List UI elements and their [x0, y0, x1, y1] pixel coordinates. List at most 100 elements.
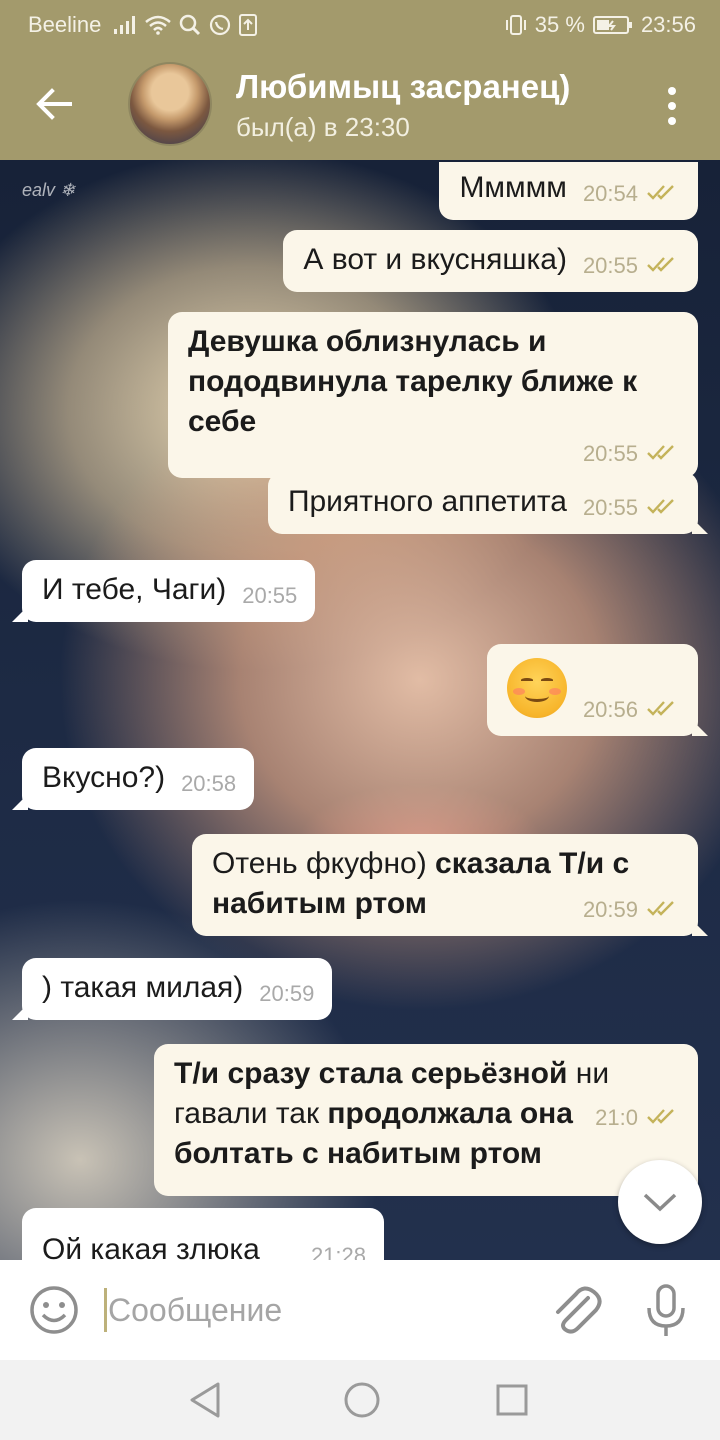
scroll-to-bottom-button[interactable]: [618, 1160, 702, 1244]
message-bubble-incoming[interactable]: Ой какая злюка 21:28: [22, 1208, 384, 1260]
message-time: 20:55: [582, 441, 638, 466]
microphone-icon: [647, 1284, 685, 1336]
message-text-segment: А вот и вкусняшка): [303, 243, 567, 276]
message-meta: 20:55: [583, 496, 680, 520]
message-meta: 21:28: [310, 1243, 366, 1261]
message-bubble-outgoing[interactable]: Ммммм 20:54: [439, 162, 698, 220]
chat-header: Любимыц засранец) был(а) в 23:30: [0, 48, 720, 160]
message-text: ) такая милая): [42, 971, 243, 1004]
message-time: 20:58: [181, 771, 237, 796]
message-meta: 20:54: [583, 182, 680, 206]
paperclip-icon: [556, 1286, 602, 1334]
message-bubble-outgoing[interactable]: Девушка облизнулась и пододвинула тарелк…: [168, 312, 698, 478]
system-navigation-bar: [0, 1360, 720, 1440]
message-bubble-outgoing[interactable]: Т/и сразу стала серьёзной ни гавали так …: [154, 1044, 698, 1196]
message-time: 20:59: [259, 981, 315, 1006]
message-time: 20:59: [582, 897, 638, 922]
double-check-icon: [646, 898, 680, 922]
clock: 23:56: [640, 12, 696, 37]
message-text-bold: Девушка облизнулась и пододвинула тарелк…: [188, 325, 638, 438]
nav-home-button[interactable]: [340, 1378, 384, 1422]
double-check-icon: [646, 496, 680, 520]
nav-recents-button[interactable]: [490, 1378, 534, 1422]
message-text-bold: Т/и сразу стала серьёзной: [174, 1057, 568, 1090]
message-time: 20:56: [582, 697, 638, 722]
message-time: 21:0: [595, 1105, 638, 1130]
message-bubble-outgoing[interactable]: Отень фкуфно) сказала Т/и с набитым ртом…: [192, 834, 708, 936]
message-text-segment: Приятного аппетита: [287, 485, 567, 518]
chat-background: ealv ❄ Ммммм 20:54 А вот и вкусняшка) 20…: [0, 160, 720, 1260]
emoji-button[interactable]: [28, 1284, 80, 1336]
message-meta: 20:56: [583, 698, 680, 722]
message-text: Ой какая злюка: [42, 1233, 260, 1260]
message-bubble-incoming[interactable]: ) такая милая) 20:59: [12, 958, 333, 1020]
text-cursor: [104, 1288, 107, 1332]
message-composer: [0, 1260, 720, 1360]
message-time: 20:55: [582, 253, 638, 278]
carrier-name: Beeline: [28, 12, 102, 37]
double-check-icon: [646, 182, 680, 206]
message-text-segment: Ммммм: [459, 171, 567, 204]
message-time: 20:55: [242, 583, 298, 608]
more-vertical-icon: [668, 87, 676, 95]
message-bubble-incoming[interactable]: И тебе, Чаги) 20:55: [12, 560, 316, 622]
arrow-left-icon: [36, 88, 72, 120]
signal-icon: [114, 16, 136, 34]
double-check-icon: [646, 442, 680, 466]
message-time: 20:54: [582, 181, 638, 206]
battery-icon: [592, 16, 632, 34]
attach-button[interactable]: [548, 1280, 604, 1340]
last-seen-status: был(а) в 23:30: [236, 112, 410, 142]
message-meta: 20:59: [583, 898, 680, 922]
double-check-icon: [646, 1106, 680, 1130]
whatsapp-icon: [210, 14, 231, 36]
message-text-segment: ) такая милая): [42, 971, 244, 1004]
message-time: 20:55: [582, 495, 638, 520]
message-text-segment: Вкусно?): [42, 761, 166, 794]
message-text: Т/и сразу стала серьёзной ни гавали так …: [174, 1057, 609, 1170]
smiley-icon: [30, 1286, 78, 1334]
message-bubble-incoming[interactable]: Вкусно?) 20:58: [12, 748, 255, 810]
message-text: Отень фкуфно) сказала Т/и с набитым ртом: [212, 847, 629, 920]
message-text: Девушка облизнулась и пододвинула тарелк…: [188, 322, 680, 442]
background-watermark: ealv ❄: [22, 180, 76, 200]
message-meta: 20:55: [204, 442, 680, 466]
message-meta: 20:59: [259, 982, 314, 1006]
wifi-icon: [145, 15, 172, 35]
message-time: 21:28: [310, 1243, 366, 1261]
message-text-segment: Ой какая злюка: [42, 1233, 260, 1260]
smiling-face-emoji: [506, 658, 567, 718]
message-meta: 21:0: [595, 1106, 680, 1130]
message-text-segment: Отень фкуфно): [212, 847, 436, 880]
more-menu-button[interactable]: [648, 78, 696, 134]
search-icon: [180, 14, 201, 36]
vibrate-icon: [505, 15, 526, 35]
message-bubble-outgoing[interactable]: А вот и вкусняшка) 20:55: [283, 230, 698, 292]
message-input[interactable]: [108, 1286, 528, 1334]
message-text: Приятного аппетита: [288, 485, 567, 518]
double-check-icon: [646, 698, 680, 722]
battery-percent: 35 %: [534, 12, 585, 37]
message-meta: 20:55: [583, 254, 680, 278]
message-text: А вот и вкусняшка): [303, 243, 567, 276]
message-text: И тебе, Чаги): [42, 573, 226, 606]
nav-back-button[interactable]: [184, 1380, 228, 1420]
square-recents-icon: [496, 1384, 528, 1416]
microphone-button[interactable]: [636, 1280, 696, 1340]
status-bar: Beeline 35 % 23:56: [0, 0, 720, 48]
chevron-down-icon: [643, 1193, 677, 1212]
message-text: Вкусно?): [42, 761, 165, 794]
message-text: Ммммм: [459, 171, 567, 204]
message-meta: 20:55: [242, 584, 297, 608]
message-text-segment: И тебе, Чаги): [42, 573, 227, 606]
message-bubble-outgoing[interactable]: Приятного аппетита 20:55: [267, 472, 708, 534]
circle-home-icon: [344, 1382, 380, 1418]
message-meta: 20:58: [181, 772, 236, 796]
chat-title[interactable]: Любимыц засранец): [236, 68, 570, 106]
double-check-icon: [646, 254, 680, 278]
upload-icon: [239, 14, 258, 36]
avatar[interactable]: [128, 62, 212, 146]
triangle-back-icon: [190, 1382, 220, 1418]
message-bubble-outgoing[interactable]: 20:56: [486, 644, 708, 736]
back-button[interactable]: [22, 72, 86, 136]
